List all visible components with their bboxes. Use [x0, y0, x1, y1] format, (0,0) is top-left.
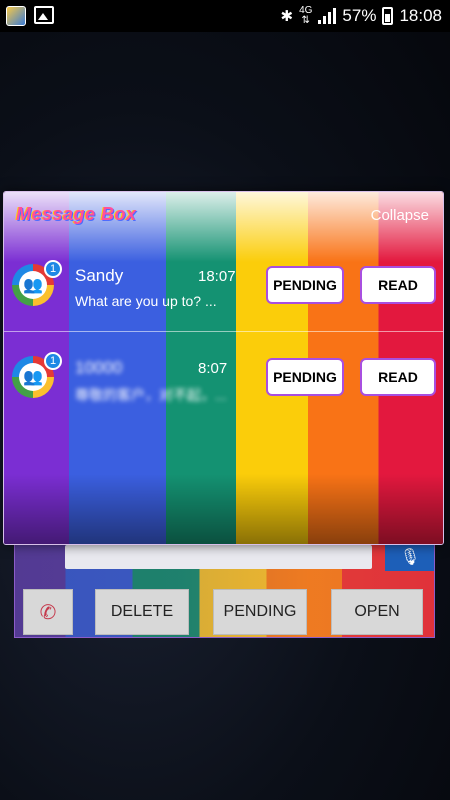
signal-icon [318, 8, 337, 24]
collapse-button[interactable]: Collapse [371, 207, 429, 224]
status-right: ✱ 4G ⇅ 57% 18:08 [281, 6, 450, 26]
open-button[interactable]: OPEN [331, 589, 423, 635]
bottom-shade [4, 474, 443, 544]
contact-icon: 👥 [19, 363, 47, 391]
message-row[interactable]: 👥 1 Sandy 18:07 What are you up to? ... … [4, 242, 443, 332]
pending-button[interactable]: PENDING [268, 360, 342, 394]
message-time: 8:07 [198, 360, 228, 377]
message-row[interactable]: 👥 1 10000 8:07 尊敬的客户，对不起，... PENDING REA… [4, 332, 443, 422]
pending-button[interactable]: PENDING [268, 268, 342, 302]
contact-icon: 👥 [19, 271, 47, 299]
message-time: 18:07 [198, 268, 236, 285]
delete-button[interactable]: DELETE [95, 589, 189, 635]
mic-icon[interactable]: 🎙 [385, 543, 434, 571]
status-left [0, 6, 54, 26]
read-button[interactable]: READ [362, 268, 434, 302]
clock: 18:08 [399, 6, 442, 25]
message-box: Message Box Collapse 👥 1 Sandy 18:07 Wha… [3, 191, 444, 545]
status-bar: ✱ 4G ⇅ 57% 18:08 [0, 0, 450, 32]
reply-input[interactable] [65, 545, 372, 569]
battery-percent: 57% [342, 6, 377, 25]
phone-icon: ✆ [39, 601, 57, 624]
pending-button[interactable]: PENDING [213, 589, 307, 635]
message-preview: What are you up to? ... [75, 293, 217, 309]
network-4g-icon: 4G ⇅ [299, 5, 313, 26]
read-button[interactable]: READ [362, 360, 434, 394]
sender-name: Sandy [75, 266, 124, 285]
message-box-title: Message Box [16, 204, 137, 224]
message-preview: 尊敬的客户，对不起，... [75, 387, 227, 403]
sender-name: 10000 [75, 358, 123, 377]
battery-icon [382, 7, 394, 25]
bluetooth-icon: ✱ [280, 8, 294, 25]
phone-button[interactable]: ✆ [23, 589, 73, 635]
gallery-icon [34, 6, 54, 24]
app-notification-icon [6, 6, 26, 26]
unread-badge: 1 [44, 352, 62, 370]
background-app-card: 🎙 ✆ DELETE PENDING OPEN [14, 530, 435, 638]
unread-badge: 1 [44, 260, 62, 278]
